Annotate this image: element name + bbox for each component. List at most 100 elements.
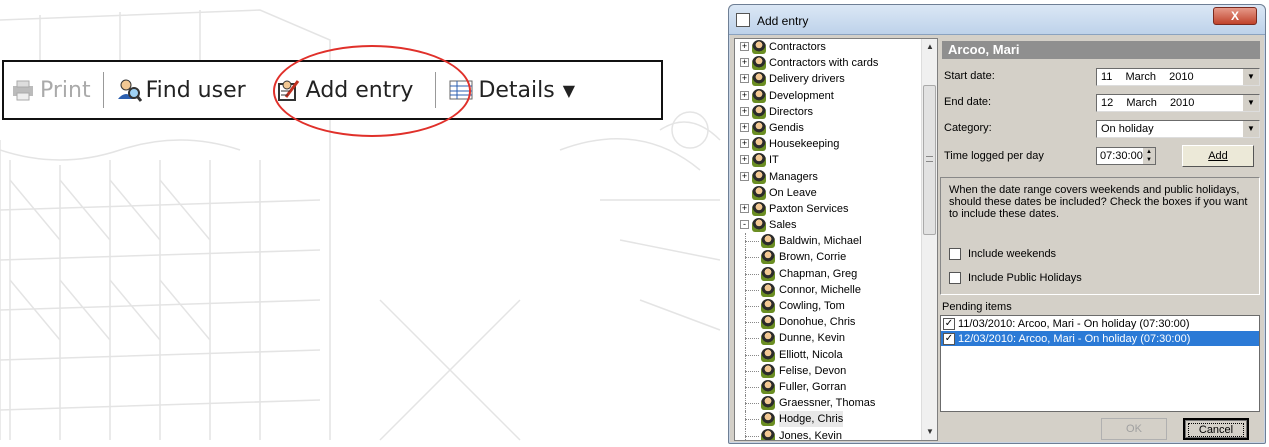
- time-logged-input[interactable]: 07:30:00 ▲ ▼: [1096, 147, 1156, 165]
- tree-scrollbar[interactable]: ▲ ▼: [921, 39, 937, 440]
- group-icon: [752, 56, 766, 71]
- pending-item[interactable]: ✓ 11/03/2010: Arcoo, Mari - On holiday (…: [941, 316, 1259, 331]
- group-tree[interactable]: + Contractors + Contractors with cards + Deli…: [734, 38, 938, 441]
- close-button[interactable]: X: [1213, 7, 1257, 25]
- details-button[interactable]: Details ▼: [442, 70, 581, 110]
- end-date-picker[interactable]: 12 March 2010 ▼: [1096, 94, 1260, 112]
- tree-user-item[interactable]: Chapman, Greg: [735, 265, 923, 282]
- user-icon: [761, 282, 775, 297]
- tree-user-item[interactable]: Jones, Kevin: [735, 427, 923, 440]
- expand-icon[interactable]: +: [740, 106, 749, 116]
- tree-connector: [745, 370, 759, 372]
- collapse-icon[interactable]: -: [740, 220, 749, 230]
- tree-group-item[interactable]: + Contractors with cards: [735, 55, 923, 71]
- group-icon: [752, 201, 766, 216]
- print-button[interactable]: Print: [4, 70, 97, 110]
- expand-icon[interactable]: +: [740, 90, 749, 100]
- find-user-label: Find user: [145, 77, 246, 103]
- tree-user-item[interactable]: Hodge, Chris: [735, 411, 923, 428]
- add-entry-icon: [277, 80, 299, 101]
- cancel-button[interactable]: Cancel: [1183, 418, 1249, 440]
- tree-item-label: IT: [769, 154, 779, 167]
- checkbox-icon[interactable]: ✓: [943, 332, 955, 345]
- expand-icon[interactable]: +: [740, 203, 749, 213]
- chevron-down-icon[interactable]: ▼: [1243, 121, 1259, 137]
- include-weekends-checkbox[interactable]: Include weekends: [949, 248, 1056, 260]
- find-user-button[interactable]: Find user: [110, 70, 252, 110]
- tree-user-item[interactable]: Donohue, Chris: [735, 314, 923, 331]
- start-date-picker[interactable]: 11 March 2010 ▼: [1096, 68, 1260, 86]
- tree-group-item[interactable]: On Leave: [735, 185, 923, 201]
- tree-item-label: Hodge, Chris: [779, 411, 844, 428]
- add-entry-button[interactable]: Add entry: [270, 70, 420, 110]
- tree-group-item[interactable]: + Paxton Services: [735, 201, 923, 217]
- tree-group-item[interactable]: - Sales: [735, 217, 923, 233]
- pending-items-list[interactable]: ✓ 11/03/2010: Arcoo, Mari - On holiday (…: [940, 315, 1260, 412]
- pending-item[interactable]: ✓ 12/03/2010: Arcoo, Mari - On holiday (…: [941, 331, 1259, 346]
- tree-group-item[interactable]: + Delivery drivers: [735, 71, 923, 87]
- tree-user-item[interactable]: Fuller, Gorran: [735, 378, 923, 395]
- tree-connector: [745, 435, 759, 437]
- tree-user-item[interactable]: Brown, Corrie: [735, 249, 923, 266]
- spinner-icon[interactable]: ▲ ▼: [1143, 148, 1155, 164]
- tree-item-label: Gendis: [769, 121, 804, 134]
- end-month: March: [1126, 97, 1157, 109]
- tree-group-item[interactable]: + Housekeeping: [735, 136, 923, 152]
- tree-item-label: Elliott, Nicola: [779, 348, 843, 361]
- tree-group-item[interactable]: + IT: [735, 152, 923, 168]
- tree-item-label: Sales: [769, 219, 797, 232]
- tree-group-item[interactable]: + Gendis: [735, 120, 923, 136]
- scroll-up-arrow-icon[interactable]: ▲: [922, 39, 937, 55]
- ok-button[interactable]: OK: [1101, 418, 1167, 440]
- tree-user-item[interactable]: Elliott, Nicola: [735, 346, 923, 363]
- dialog-titlebar: Add entry X: [729, 5, 1265, 35]
- expand-icon[interactable]: +: [740, 42, 749, 51]
- tree-item-label: Housekeeping: [769, 138, 840, 151]
- checkbox-icon[interactable]: [949, 248, 961, 260]
- expand-icon[interactable]: +: [740, 139, 749, 149]
- end-year: 2010: [1169, 97, 1195, 109]
- tree-item-label: On Leave: [769, 186, 817, 199]
- expand-icon[interactable]: +: [740, 74, 749, 84]
- end-date-label: End date:: [944, 96, 992, 108]
- add-button[interactable]: Add: [1182, 145, 1254, 167]
- cancel-label: Cancel: [1187, 423, 1245, 437]
- group-icon: [752, 153, 766, 168]
- expand-icon[interactable]: +: [740, 171, 749, 181]
- tree-group-item[interactable]: + Contractors: [735, 39, 923, 55]
- expand-icon[interactable]: +: [740, 122, 749, 132]
- tree-user-item[interactable]: Cowling, Tom: [735, 298, 923, 314]
- scroll-down-arrow-icon[interactable]: ▼: [922, 424, 937, 440]
- tree-user-item[interactable]: Felise, Devon: [735, 362, 923, 379]
- user-icon: [761, 234, 775, 249]
- window-icon: [736, 13, 750, 27]
- expand-icon[interactable]: +: [740, 58, 749, 68]
- include-weekends-label: Include weekends: [968, 248, 1057, 260]
- user-icon: [761, 363, 775, 378]
- tree-user-item[interactable]: Dunne, Kevin: [735, 330, 923, 347]
- category-label: Category:: [944, 122, 992, 134]
- add-entry-label: Add entry: [305, 77, 414, 103]
- tree-item-label: Directors: [769, 105, 814, 118]
- tree-user-item[interactable]: Graessner, Thomas: [735, 395, 923, 412]
- expand-icon[interactable]: +: [740, 155, 749, 165]
- scroll-thumb[interactable]: [923, 85, 936, 235]
- checkbox-icon[interactable]: [949, 272, 961, 284]
- person-name-header: Arcoo, Mari: [942, 41, 1260, 59]
- dialog-title: Add entry: [757, 14, 809, 28]
- category-select[interactable]: On holiday ▼: [1096, 120, 1260, 138]
- tree-group-item[interactable]: + Development: [735, 88, 923, 104]
- checkbox-icon[interactable]: ✓: [943, 317, 955, 330]
- start-date-label: Start date:: [944, 70, 995, 82]
- tree-user-item[interactable]: Connor, Michelle: [735, 281, 923, 298]
- tree-user-item[interactable]: Baldwin, Michael: [735, 233, 923, 250]
- tree-item-label: Dunne, Kevin: [779, 332, 846, 345]
- tree-group-item[interactable]: + Directors: [735, 104, 923, 120]
- include-public-holidays-checkbox[interactable]: Include Public Holidays: [949, 272, 1082, 284]
- user-icon: [761, 250, 775, 265]
- tree-connector: [745, 403, 759, 405]
- chevron-down-icon[interactable]: ▼: [1243, 95, 1259, 111]
- chevron-down-icon[interactable]: ▼: [1243, 69, 1259, 85]
- tree-group-item[interactable]: + Managers: [735, 169, 923, 185]
- tree-connector: [745, 289, 759, 291]
